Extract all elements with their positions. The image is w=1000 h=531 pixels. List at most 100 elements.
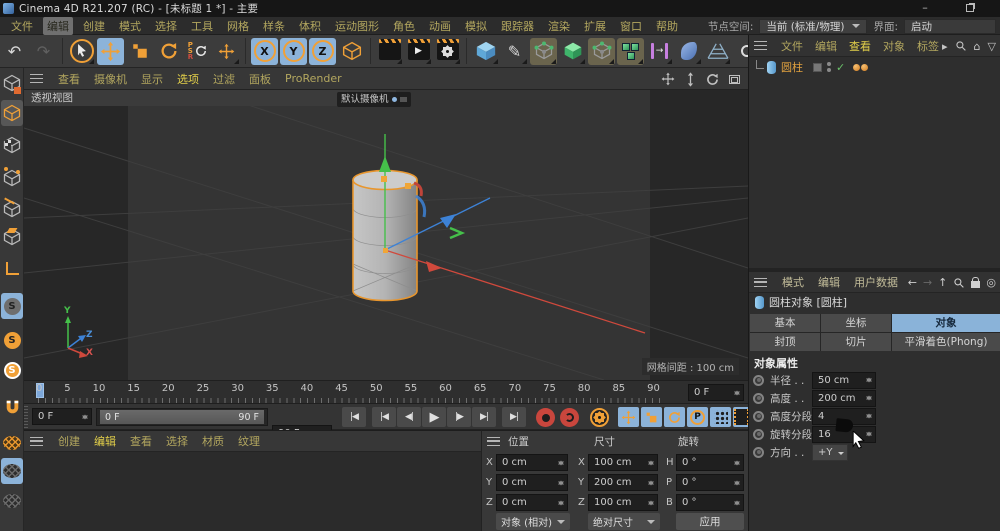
- attribute-tab[interactable]: 坐标: [821, 314, 891, 332]
- menu-item[interactable]: 编辑: [43, 17, 73, 35]
- size-z-field[interactable]: 100 cm: [588, 494, 658, 511]
- tweak-move-button[interactable]: [213, 38, 240, 65]
- position-x-field[interactable]: 0 cm: [496, 454, 568, 471]
- keyframe-dot[interactable]: [753, 375, 764, 386]
- menu-item[interactable]: 模拟: [465, 18, 487, 34]
- viewport-solo-single-button[interactable]: S: [1, 327, 23, 353]
- property-field[interactable]: 50 cm: [812, 372, 876, 389]
- expand-arrow-icon[interactable]: ▸: [942, 40, 948, 53]
- zoom-view-icon[interactable]: [682, 71, 698, 87]
- position-y-field[interactable]: 0 cm: [496, 474, 568, 491]
- key-position-toggle[interactable]: [618, 407, 639, 427]
- interface-field[interactable]: 启动: [904, 19, 996, 34]
- model-mode-button[interactable]: [1, 100, 23, 126]
- menu-item[interactable]: 跟踪器: [501, 18, 534, 34]
- previous-frame-button[interactable]: ◀|: [397, 407, 421, 427]
- frame-range-inner[interactable]: 0 F 90 F: [100, 410, 264, 424]
- keyframe-selection-button[interactable]: [590, 408, 609, 427]
- previous-key-button[interactable]: |◀: [372, 407, 396, 427]
- live-selection-button[interactable]: [68, 38, 95, 65]
- key-pla-toggle[interactable]: [710, 407, 731, 427]
- coordinate-mode-dropdown[interactable]: 对象 (相对): [496, 513, 570, 530]
- viewport-canvas[interactable]: [24, 90, 748, 380]
- node-space-dropdown[interactable]: 当前 (标准/物理): [759, 19, 867, 34]
- hamburger-icon[interactable]: [487, 437, 500, 446]
- camera-label[interactable]: 默认摄像机: [337, 92, 411, 107]
- attribute-tab[interactable]: 基本: [750, 314, 820, 332]
- coordinate-system-button[interactable]: [338, 38, 365, 65]
- forward-arrow-icon[interactable]: →: [923, 276, 932, 289]
- layer-color-tab[interactable]: [1, 488, 23, 514]
- viewport[interactable]: 查看摄像机显示选项过滤面板ProRender 透视视图 默认摄像机 网格间距 :…: [24, 68, 748, 380]
- search-icon[interactable]: [953, 277, 965, 289]
- hamburger-icon[interactable]: [754, 41, 767, 50]
- viewport-menu-item[interactable]: 显示: [141, 71, 163, 87]
- hamburger-icon[interactable]: [30, 74, 43, 83]
- viewport-menu-item[interactable]: 过滤: [213, 71, 235, 87]
- restore-button[interactable]: [955, 1, 985, 16]
- current-frame-field[interactable]: 0 F: [688, 384, 744, 401]
- material-menu-item[interactable]: 创建: [58, 433, 80, 449]
- size-y-field[interactable]: 200 cm: [588, 474, 658, 491]
- hamburger-icon[interactable]: [754, 278, 767, 287]
- autokey-ring-button[interactable]: [560, 408, 579, 427]
- frame-range-slider[interactable]: 0 F 90 F: [96, 408, 268, 426]
- menu-item[interactable]: 文件: [11, 18, 33, 34]
- am-menu-item[interactable]: 用户数据: [854, 274, 898, 290]
- menu-item[interactable]: 角色: [393, 18, 415, 34]
- up-arrow-icon[interactable]: ↑: [938, 276, 947, 289]
- attribute-tab[interactable]: 平滑着色(Phong): [892, 333, 1000, 351]
- home-icon[interactable]: ⌂: [974, 40, 981, 53]
- keyframe-dot[interactable]: [753, 393, 764, 404]
- undo-button[interactable]: ↶: [1, 38, 28, 65]
- viewport-menu-item[interactable]: 选项: [177, 71, 199, 87]
- apply-button[interactable]: 应用: [676, 513, 744, 530]
- search-icon[interactable]: [955, 40, 967, 52]
- filter-icon[interactable]: ▽: [988, 40, 996, 53]
- om-menu-item[interactable]: 对象: [883, 38, 905, 54]
- viewport-solo-off-button[interactable]: S: [1, 293, 23, 319]
- rotation-p-field[interactable]: 0 °: [676, 474, 744, 491]
- spline-pen-button[interactable]: ✎: [501, 38, 528, 65]
- tracer-button[interactable]: →: [646, 38, 673, 65]
- menu-item[interactable]: 工具: [191, 18, 213, 34]
- menu-item[interactable]: 渲染: [548, 18, 570, 34]
- goto-start-button[interactable]: |◀: [342, 407, 366, 427]
- subdivision-surface-button[interactable]: [530, 38, 557, 65]
- spinner[interactable]: [866, 411, 873, 422]
- goto-end-button[interactable]: ▶|: [502, 407, 526, 427]
- visibility-dots-icon[interactable]: [827, 62, 831, 72]
- am-menu-item[interactable]: 编辑: [818, 274, 840, 290]
- hamburger-icon[interactable]: [30, 437, 43, 446]
- menu-item[interactable]: 运动图形: [335, 18, 379, 34]
- move-tool-button[interactable]: [97, 38, 124, 65]
- property-field[interactable]: +Y: [812, 444, 848, 461]
- key-rotation-toggle[interactable]: [664, 407, 685, 427]
- lock-icon[interactable]: [971, 281, 980, 288]
- menu-item[interactable]: 网格: [227, 18, 249, 34]
- menu-item[interactable]: 体积: [299, 18, 321, 34]
- property-field[interactable]: 200 cm: [812, 390, 876, 407]
- record-keyframe-button[interactable]: [536, 408, 555, 427]
- position-z-field[interactable]: 0 cm: [496, 494, 568, 511]
- make-editable-button[interactable]: [1, 70, 23, 96]
- polygons-mode-button[interactable]: [1, 224, 23, 250]
- edges-mode-button[interactable]: [1, 196, 23, 222]
- viewport-menu-item[interactable]: 查看: [58, 71, 80, 87]
- viewport-menu-item[interactable]: ProRender: [285, 72, 342, 85]
- menu-item[interactable]: 扩展: [584, 18, 606, 34]
- spinner[interactable]: [866, 393, 873, 404]
- render-view-button[interactable]: [376, 38, 403, 65]
- play-button[interactable]: ▶: [422, 407, 446, 427]
- om-menu-item[interactable]: 查看: [849, 38, 871, 54]
- render-settings-button[interactable]: [434, 38, 461, 65]
- lock-z-axis-button[interactable]: Z: [309, 38, 336, 65]
- size-mode-dropdown[interactable]: 绝对尺寸: [588, 513, 660, 530]
- attribute-tab[interactable]: 对象: [892, 314, 1000, 332]
- keyframe-dot[interactable]: [753, 447, 764, 458]
- viewport-menu-item[interactable]: 摄像机: [94, 71, 127, 87]
- snap-button[interactable]: [1, 394, 23, 420]
- key-scale-toggle[interactable]: [641, 407, 662, 427]
- attribute-tab[interactable]: 封顶: [750, 333, 820, 351]
- menu-item[interactable]: 动画: [429, 18, 451, 34]
